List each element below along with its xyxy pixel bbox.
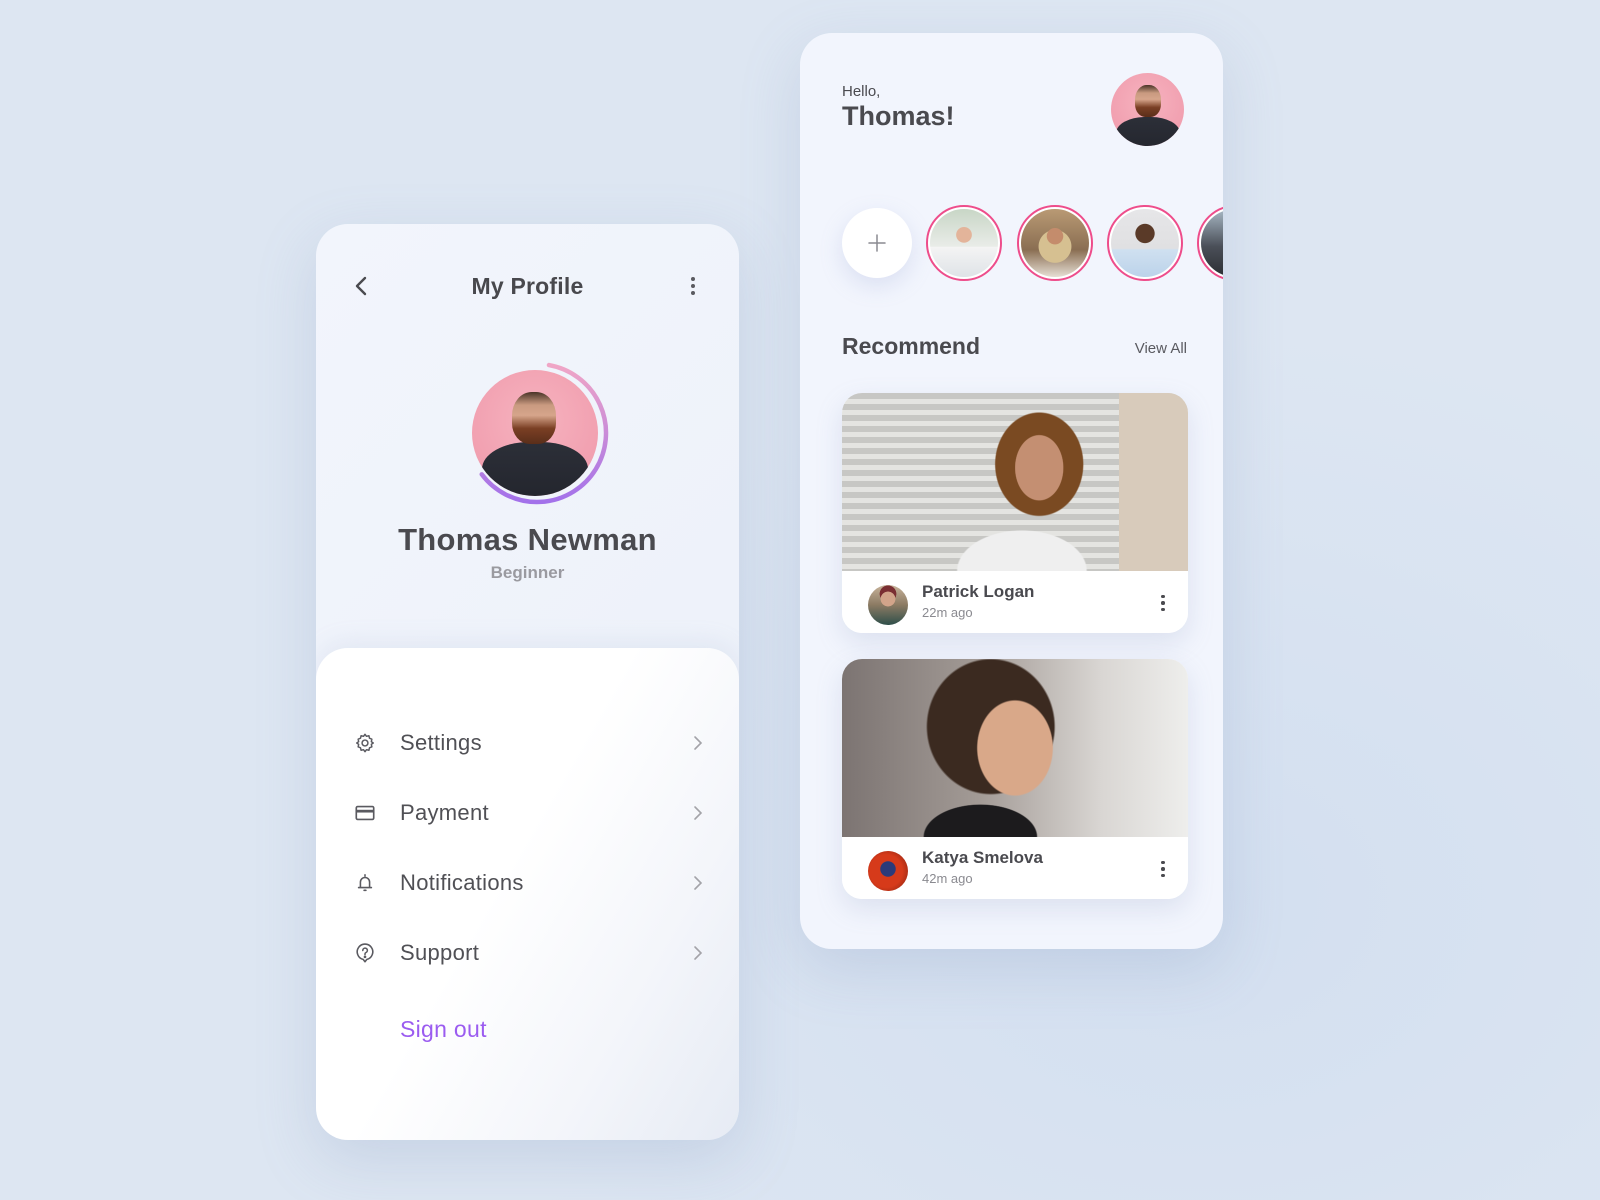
- chevron-right-icon: [694, 736, 703, 750]
- chevron-left-icon: [355, 276, 367, 296]
- add-story-button[interactable]: [842, 208, 912, 278]
- post-card[interactable]: Katya Smelova 42m ago: [842, 659, 1188, 899]
- post-more-button[interactable]: [1156, 593, 1170, 613]
- profile-screen: My Profile Thomas Newman Beginner Settin…: [316, 224, 739, 1140]
- menu-item-payment[interactable]: Payment: [316, 778, 739, 848]
- story-avatar[interactable]: [1197, 205, 1223, 281]
- section-title: Recommend: [842, 333, 981, 359]
- help-circle-icon: [354, 942, 376, 964]
- profile-menu: Settings Payment Notifications Support: [316, 708, 739, 988]
- story-avatar[interactable]: [926, 205, 1002, 281]
- story-avatar[interactable]: [1017, 205, 1093, 281]
- avatar[interactable]: [472, 370, 598, 496]
- menu-label: Settings: [400, 730, 482, 755]
- bell-icon: [354, 872, 376, 894]
- greeting: Hello,: [842, 83, 881, 100]
- menu-item-settings[interactable]: Settings: [316, 708, 739, 778]
- story-avatar[interactable]: [1107, 205, 1183, 281]
- menu-item-support[interactable]: Support: [316, 918, 739, 988]
- stories-row: [842, 205, 1223, 281]
- post-more-button[interactable]: [1156, 859, 1170, 879]
- post-footer: Patrick Logan 22m ago: [842, 571, 1188, 633]
- user-level: Beginner: [490, 563, 565, 582]
- post-time: 42m ago: [922, 871, 973, 886]
- more-vertical-icon: [1161, 594, 1165, 599]
- menu-label: Notifications: [400, 870, 524, 895]
- avatar[interactable]: [1111, 73, 1184, 146]
- view-all-link[interactable]: View All: [1135, 340, 1187, 357]
- profile-header: My Profile: [316, 266, 739, 306]
- more-vertical-icon: [691, 277, 695, 281]
- back-button[interactable]: [350, 274, 374, 298]
- post-image: [842, 659, 1188, 837]
- author-avatar[interactable]: [868, 851, 908, 891]
- plus-icon: [868, 234, 886, 252]
- page-title: My Profile: [471, 272, 584, 299]
- credit-card-icon: [354, 802, 376, 824]
- author-avatar[interactable]: [868, 585, 908, 625]
- gear-icon: [354, 732, 376, 754]
- author-name: Katya Smelova: [922, 848, 1043, 867]
- sign-out-link[interactable]: Sign out: [400, 1016, 487, 1043]
- post-image: [842, 393, 1188, 571]
- post-card[interactable]: Patrick Logan 22m ago: [842, 393, 1188, 633]
- home-screen: Hello, Thomas! Recommend View All Patric…: [800, 33, 1223, 949]
- chevron-right-icon: [694, 806, 703, 820]
- post-time: 22m ago: [922, 605, 973, 620]
- more-options-button[interactable]: [681, 274, 705, 298]
- profile-menu-panel: Settings Payment Notifications Support S…: [316, 648, 739, 1140]
- user-name: Thomas Newman: [398, 522, 657, 557]
- menu-item-notifications[interactable]: Notifications: [316, 848, 739, 918]
- greeting-name: Thomas!: [842, 101, 955, 131]
- chevron-right-icon: [694, 946, 703, 960]
- post-footer: Katya Smelova 42m ago: [842, 837, 1188, 899]
- menu-label: Support: [400, 940, 480, 965]
- author-name: Patrick Logan: [922, 582, 1035, 601]
- chevron-right-icon: [694, 876, 703, 890]
- menu-label: Payment: [400, 800, 489, 825]
- more-vertical-icon: [1161, 860, 1165, 865]
- profile-avatar-with-progress: [464, 360, 609, 505]
